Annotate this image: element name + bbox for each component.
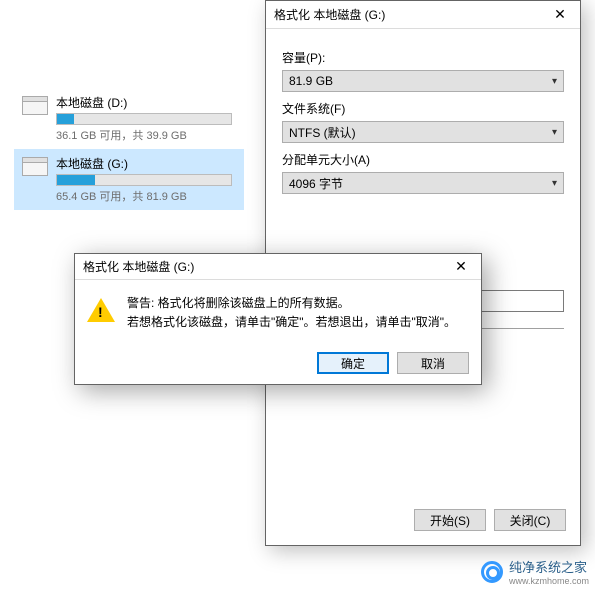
dialog-title: 格式化 本地磁盘 (G:) — [83, 258, 441, 275]
window-title: 格式化 本地磁盘 (G:) — [274, 6, 540, 23]
drive-item-d[interactable]: 本地磁盘 (D:) 36.1 GB 可用，共 39.9 GB — [14, 88, 244, 149]
drive-name: 本地磁盘 (G:) — [56, 155, 236, 172]
ok-button[interactable]: 确定 — [317, 352, 389, 374]
allocation-label: 分配单元大小(A) — [282, 151, 564, 168]
close-button[interactable]: ✕ — [540, 1, 580, 28]
hdd-icon — [22, 157, 48, 177]
warning-icon — [87, 298, 115, 322]
drive-list: 本地磁盘 (D:) 36.1 GB 可用，共 39.9 GB 本地磁盘 (G:)… — [14, 88, 244, 210]
watermark: 纯净系统之家 www.kzmhome.com — [481, 557, 589, 586]
filesystem-dropdown[interactable]: NTFS (默认) ▾ — [282, 121, 564, 143]
logo-icon — [481, 561, 503, 583]
drive-status: 65.4 GB 可用，共 81.9 GB — [56, 188, 236, 204]
start-button[interactable]: 开始(S) — [414, 509, 486, 531]
drive-capacity-bar — [56, 113, 232, 125]
dialog-message: 警告: 格式化将删除该磁盘上的所有数据。 若想格式化该磁盘，请单击"确定"。若想… — [127, 294, 469, 332]
close-btn[interactable]: 关闭(C) — [494, 509, 566, 531]
chevron-down-icon: ▾ — [552, 127, 557, 138]
dialog-titlebar[interactable]: 格式化 本地磁盘 (G:) ✕ — [75, 254, 481, 280]
drive-status: 36.1 GB 可用，共 39.9 GB — [56, 127, 236, 143]
titlebar[interactable]: 格式化 本地磁盘 (G:) ✕ — [266, 1, 580, 29]
drive-item-g[interactable]: 本地磁盘 (G:) 65.4 GB 可用，共 81.9 GB — [14, 149, 244, 210]
confirm-dialog: 格式化 本地磁盘 (G:) ✕ 警告: 格式化将删除该磁盘上的所有数据。 若想格… — [74, 253, 482, 385]
allocation-dropdown[interactable]: 4096 字节 ▾ — [282, 172, 564, 194]
chevron-down-icon: ▾ — [552, 76, 557, 87]
capacity-dropdown[interactable]: 81.9 GB ▾ — [282, 70, 564, 92]
drive-capacity-bar — [56, 174, 232, 186]
chevron-down-icon: ▾ — [552, 178, 557, 189]
cancel-button[interactable]: 取消 — [397, 352, 469, 374]
drive-name: 本地磁盘 (D:) — [56, 94, 236, 111]
capacity-label: 容量(P): — [282, 49, 564, 66]
dialog-close-button[interactable]: ✕ — [441, 254, 481, 279]
hdd-icon — [22, 96, 48, 116]
filesystem-label: 文件系统(F) — [282, 100, 564, 117]
